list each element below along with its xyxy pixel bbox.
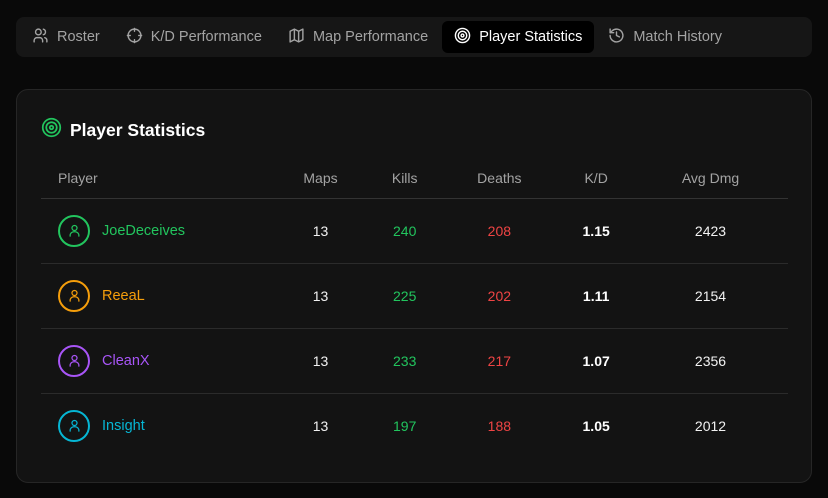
deaths-value: 208 xyxy=(439,198,560,264)
kills-value: 240 xyxy=(370,198,440,264)
user-icon xyxy=(69,224,79,237)
avg-dmg-value: 2356 xyxy=(632,328,788,394)
target-icon xyxy=(41,117,62,143)
avatar xyxy=(58,214,90,247)
player-name[interactable]: JoeDeceives xyxy=(102,223,185,239)
kills-value: 197 xyxy=(393,417,417,434)
avg-dmg-value: 2423 xyxy=(632,198,788,264)
map-icon xyxy=(288,27,305,48)
avatar xyxy=(58,409,90,442)
maps-value: 13 xyxy=(271,328,370,394)
table-header-row: Player Maps Kills Deaths K/D Avg Dmg xyxy=(41,158,788,199)
maps-value: 13 xyxy=(271,198,370,264)
kills-value: 225 xyxy=(370,263,440,329)
player-cell: CleanX xyxy=(58,344,271,377)
player-name[interactable]: Insight xyxy=(102,418,145,434)
player-cell: Insight xyxy=(58,409,271,442)
avatar xyxy=(58,344,90,377)
deaths-value: 217 xyxy=(439,328,560,394)
crosshair-icon xyxy=(126,27,143,48)
kd-value: 1.11 xyxy=(559,263,633,329)
kd-value: 1.05 xyxy=(582,417,610,434)
column-header-maps[interactable]: Maps xyxy=(271,158,370,199)
column-header-deaths[interactable]: Deaths xyxy=(439,158,560,199)
column-header-player[interactable]: Player xyxy=(41,158,271,199)
avg-dmg-value: 2154 xyxy=(632,263,788,329)
maps-value: 13 xyxy=(312,417,329,434)
deaths-value: 202 xyxy=(439,263,560,329)
user-icon xyxy=(69,354,79,367)
history-icon xyxy=(608,27,625,48)
tab-player-statistics[interactable]: Player Statistics xyxy=(442,21,595,53)
column-header-kd[interactable]: K/D xyxy=(559,158,633,199)
tab-bar: Roster K/D Performance Map Performance P… xyxy=(16,17,812,57)
tab-kd-performance[interactable]: K/D Performance xyxy=(114,21,274,53)
card-title: Player Statistics xyxy=(70,119,206,140)
player-name[interactable]: CleanX xyxy=(102,353,150,369)
tab-label: Match History xyxy=(633,29,722,45)
table-row[interactable]: CleanX 13 233 217 1.07 2356 xyxy=(41,328,788,394)
tab-label: Player Statistics xyxy=(479,29,583,45)
user-icon xyxy=(69,289,79,302)
users-icon xyxy=(32,27,49,48)
tab-label: Roster xyxy=(57,29,100,45)
player-statistics-card: Player Statistics Player Maps Kills Deat… xyxy=(16,89,812,483)
player-stats-table: Player Maps Kills Deaths K/D Avg Dmg Joe… xyxy=(41,158,788,458)
target-icon xyxy=(454,27,471,48)
deaths-value: 188 xyxy=(487,417,512,434)
tab-match-history[interactable]: Match History xyxy=(596,21,734,53)
card-header: Player Statistics xyxy=(41,117,205,143)
tab-roster[interactable]: Roster xyxy=(20,21,112,53)
user-icon xyxy=(69,420,79,432)
avg-dmg-value: 2012 xyxy=(694,417,727,434)
table-row[interactable]: JoeDeceives 13 240 208 1.15 2423 xyxy=(41,198,788,264)
table-row[interactable]: Insight 13 197 188 1.05 2012 xyxy=(41,393,788,458)
kd-value: 1.07 xyxy=(559,328,633,394)
kd-value: 1.15 xyxy=(559,198,633,264)
table-row[interactable]: ReeaL 13 225 202 1.11 2154 xyxy=(41,263,788,329)
tab-map-performance[interactable]: Map Performance xyxy=(276,21,440,53)
maps-value: 13 xyxy=(271,263,370,329)
column-header-avg-dmg[interactable]: Avg Dmg xyxy=(632,158,788,199)
tab-label: Map Performance xyxy=(312,29,429,45)
player-cell: JoeDeceives xyxy=(58,214,271,247)
kills-value: 233 xyxy=(370,328,440,394)
column-header-kills[interactable]: Kills xyxy=(370,158,440,199)
tab-label: K/D Performance xyxy=(150,29,262,45)
player-cell: ReeaL xyxy=(58,279,271,312)
player-name[interactable]: ReeaL xyxy=(102,288,145,304)
avatar xyxy=(58,279,90,312)
